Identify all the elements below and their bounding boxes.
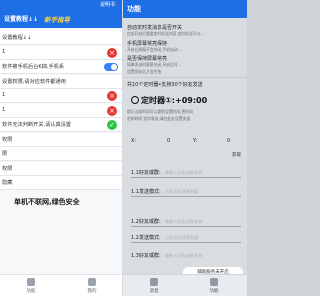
field-1-1-target-label: 1.1好友或群:: [131, 170, 161, 176]
get-button[interactable]: 获取: [232, 152, 241, 158]
keep-on-sub: 开启后屏幕不会关闭,手机自动...: [127, 47, 182, 52]
user-icon: [88, 278, 96, 286]
settings-row-label: 隐藏: [2, 180, 13, 186]
settings-row-label: 软件无法判断开关,请认真设置: [2, 122, 72, 128]
timer-sub-2: 定的时间 定时发送,请在此处设置发送: [127, 116, 191, 121]
right-panel: 功能 自动定时发消息是否开关 在此开启后需要定时发送内容,定时发送可以... 手…: [123, 0, 247, 296]
field-1-2-mode[interactable]: 1.2发送模式: 已发送的消息数量: [131, 234, 198, 241]
error-x-icon[interactable]: ×: [107, 91, 117, 101]
left-header: 设置教程↓↓ 新手指导: [0, 10, 122, 28]
field-1-1-target[interactable]: 1.1好友或群: 请输入好友或群名称: [131, 169, 202, 176]
nav-functions[interactable]: 功能: [199, 278, 229, 294]
field-1-1-mode-line: [131, 196, 241, 197]
error-x-icon[interactable]: ×: [107, 47, 117, 58]
settings-row-label: 1: [2, 48, 6, 55]
auto-send-title[interactable]: 自动定时发消息是否开关: [127, 24, 182, 31]
settings-row-label: 权限: [2, 165, 13, 172]
nav-home[interactable]: 功能: [16, 278, 46, 294]
toggle-switch[interactable]: [104, 63, 118, 71]
settings-row[interactable]: 权限: [0, 132, 122, 147]
settings-row[interactable]: 1 ×: [0, 45, 122, 60]
nav-user-label: 我的: [87, 289, 97, 294]
slogan-text: 单机不联网,绿色安全: [14, 198, 80, 206]
field-1-1-mode[interactable]: 1.1发送模式: 已发送的消息数量: [131, 188, 198, 195]
field-1-1-mode-label: 1.1发送模式:: [131, 189, 161, 195]
timer-value: +09:00: [174, 96, 208, 105]
settings-row-label: 设置权限,请对应软件都通用: [2, 78, 66, 85]
settings-row-label: 1: [2, 106, 6, 113]
field-1-2-target-line: [131, 226, 241, 227]
field-1-1-mode-placeholder: 已发送的消息数量: [164, 189, 199, 194]
auto-send-sub: 在此开启后需要定时发送内容,定时发送可以...: [127, 31, 204, 36]
chat-icon: [150, 278, 158, 286]
nav-messages-label: 消息: [149, 289, 159, 294]
left-header-title: 设置教程↓↓: [4, 16, 39, 23]
field-1-1-target-placeholder: 请输入好友或群名称: [164, 170, 203, 175]
field-1-2-mode-placeholder: 已发送的消息数量: [164, 235, 199, 240]
settings-row[interactable]: 设置权限,请对应软件都通用: [0, 74, 122, 89]
y-value[interactable]: 0: [227, 138, 230, 144]
right-bottom-nav: 消息 功能: [123, 274, 247, 296]
y-label: Y:: [193, 138, 198, 144]
nav-functions-label: 功能: [209, 289, 219, 294]
list-line: 共10个定时器•支持30个好友发送: [127, 82, 203, 88]
error-x-icon[interactable]: ×: [107, 105, 117, 116]
field-1-3-target[interactable]: 1.3好友或群: 请输入好友或群名称: [131, 252, 202, 259]
right-header-title: 功能: [127, 5, 141, 13]
field-1-3-target-label: 1.3好友或群:: [131, 253, 161, 259]
timer-title: 定时器①:: [141, 96, 175, 105]
settings-row[interactable]: 设置教程↓↓: [0, 31, 122, 45]
screen-awake-sub: 如果发送时屏幕关闭,开启后可...: [127, 62, 182, 67]
field-1-3-target-placeholder: 请输入好友或群名称: [164, 253, 203, 258]
right-header: 功能: [123, 0, 247, 18]
divider: [123, 77, 247, 78]
settings-row-label: 设置教程↓↓: [2, 35, 32, 41]
settings-row[interactable]: 1 ×: [0, 89, 122, 103]
nav-messages[interactable]: 消息: [139, 278, 169, 294]
left-status-bar: 说明书: [0, 0, 122, 10]
keep-on-title[interactable]: 手机屏幕常亮保持: [127, 40, 167, 47]
timer-sub-1: 提示当前时间可以提前设置时间,把时间: [127, 109, 193, 114]
settings-row[interactable]: 软件被手机后台K掉,手机系: [0, 60, 122, 74]
home-icon: [27, 278, 35, 286]
save-note: 设置保存后才会生效: [127, 69, 162, 74]
settings-row-label: 软件被手机后台K掉,手机系: [2, 64, 65, 70]
x-label: X:: [131, 138, 137, 144]
check-icon[interactable]: ✓: [107, 120, 117, 130]
grid-icon: [210, 278, 218, 286]
settings-row-label: 权限: [2, 136, 13, 143]
settings-row-label: 1: [2, 92, 6, 98]
nav-home-label: 功能: [26, 289, 36, 294]
left-panel: 说明书 设置教程↓↓ 新手指导 设置教程↓↓ 1 × 软件被手机后台K掉,手机系 设置权…: [0, 0, 123, 296]
field-1-1-target-line: [131, 177, 241, 178]
nav-user[interactable]: 我的: [77, 278, 107, 294]
field-1-2-target[interactable]: 1.2好友或群: 请输入好友或群名称: [131, 218, 202, 225]
settings-row[interactable]: 软件无法判断开关,请认真设置 ✓: [0, 118, 122, 132]
screen-awake-title[interactable]: 是否保持屏幕常亮: [127, 55, 167, 62]
settings-row[interactable]: 限: [0, 147, 122, 161]
settings-row[interactable]: 权限: [0, 161, 122, 176]
x-value[interactable]: 0: [167, 138, 170, 144]
timer-label[interactable]: 定时器①:+09:00: [131, 95, 207, 106]
field-1-2-target-placeholder: 请输入好友或群名称: [164, 219, 203, 224]
settings-row[interactable]: 1 ×: [0, 103, 122, 118]
settings-row-label: 限: [2, 151, 8, 157]
status-text: 说明书: [99, 2, 115, 8]
left-bottom-nav: 功能 我的: [0, 274, 122, 296]
left-header-highlight: 新手指导: [44, 16, 70, 24]
settings-row[interactable]: 隐藏: [0, 176, 122, 190]
field-1-2-target-label: 1.2好友或群:: [131, 219, 161, 225]
field-1-2-mode-label: 1.2发送模式:: [131, 235, 161, 241]
clock-icon: [131, 96, 139, 104]
field-1-2-mode-line: [131, 242, 241, 243]
